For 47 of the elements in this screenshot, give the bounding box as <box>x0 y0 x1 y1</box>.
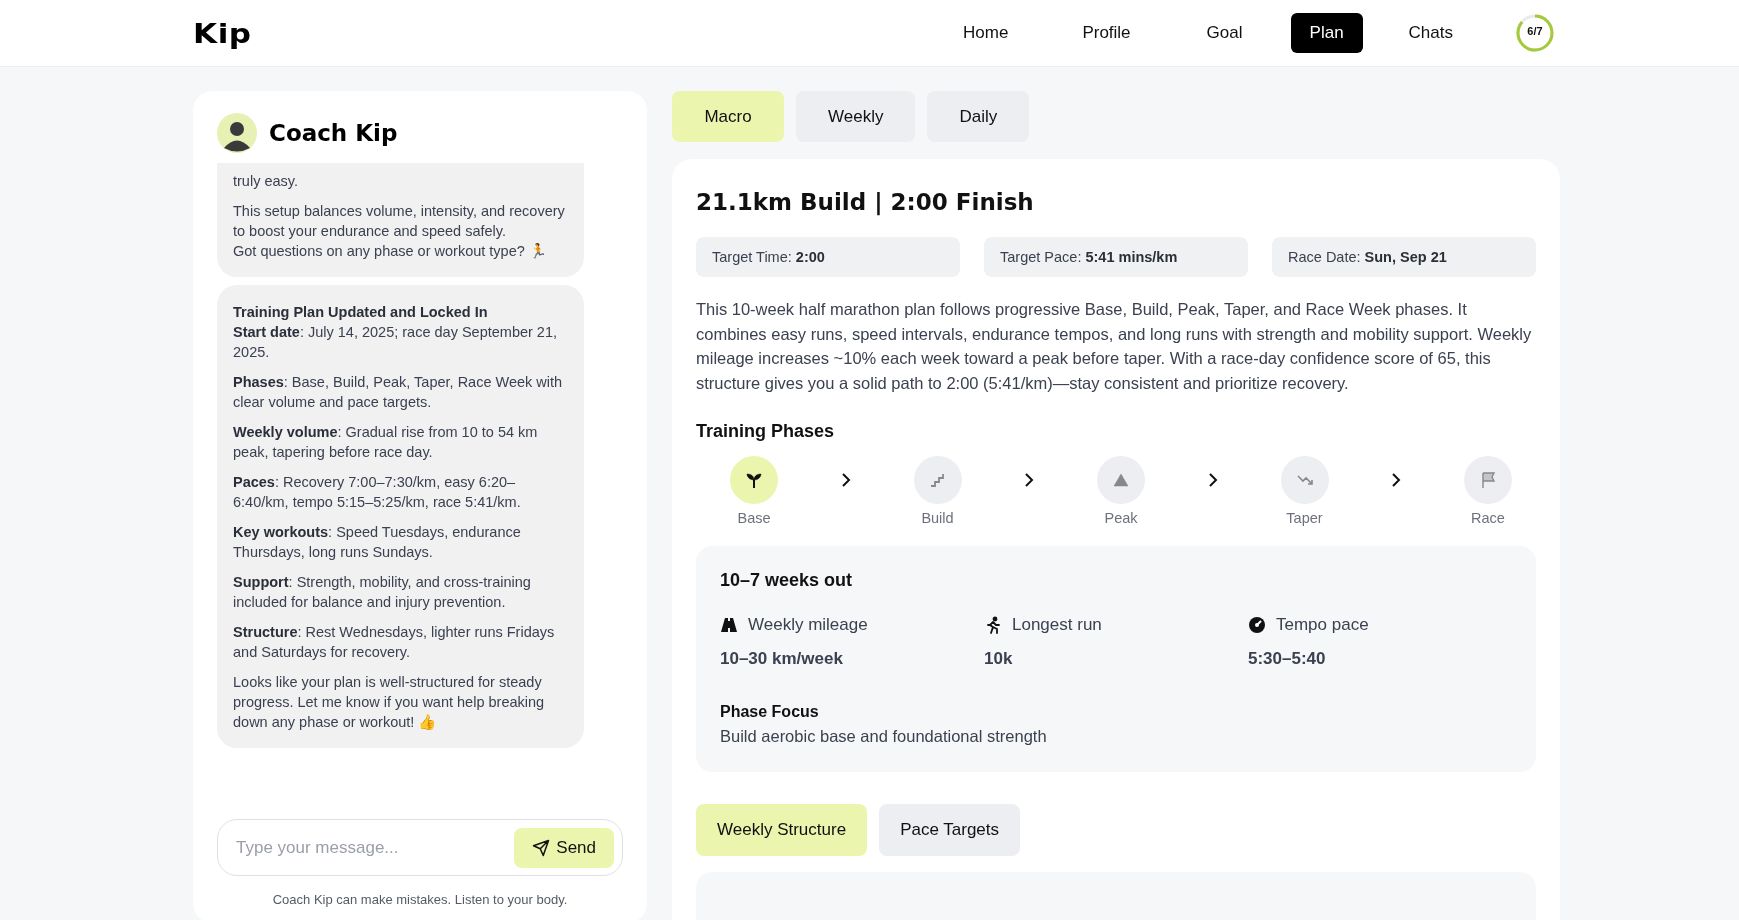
metric-label: Weekly mileage <box>748 615 868 635</box>
gauge-icon <box>1248 616 1266 634</box>
view-tab[interactable]: Daily <box>927 91 1030 142</box>
message-text: Looks like your plan is well-structured for steady progress. Let me know if you want help breaking down any phase or workout! 👍 <box>233 673 546 732</box>
nav-link[interactable]: Chats <box>1392 13 1469 53</box>
metric-label: Longest run <box>1012 615 1102 635</box>
metric-value: 10–30 km/week <box>720 649 844 669</box>
road-icon <box>720 616 738 634</box>
metric-label: Tempo pace <box>1276 615 1369 635</box>
progress-label: 6/7 <box>1526 25 1544 37</box>
message-text: Structure: Rest Wednesdays, lighter runs Fridays and Saturdays for recovery. <box>233 623 556 662</box>
stat-text: Race Date: Sun, Sep 21 <box>1288 249 1447 265</box>
phase-detail-title: 10–7 weeks out <box>720 570 854 591</box>
message-input[interactable]: Type your message... Send <box>217 819 623 876</box>
disclaimer-text: Coach Kip can make mistakes. Listen to your body. <box>271 892 569 907</box>
nav-link[interactable]: Profile <box>1066 13 1147 53</box>
message-text: Phases: Base, Build, Peak, Taper, Race Week with clear volume and pace targets. <box>233 373 564 412</box>
metric-value: 10k <box>984 649 1014 669</box>
message-text: Training Plan Updated and Locked In Start date: July 14, 2025; race day September 21, 2025. <box>233 303 559 362</box>
message-text: Key workouts: Speed Tuesdays, endurance Thursdays, long runs Sundays. <box>233 523 522 562</box>
send-icon <box>532 838 551 857</box>
plan-summary: This 10-week half marathon plan follows progressive Base, Build, Peak, Taper, and Race Week phases. It combines easy runs, speed intervals, endurance tempos, and long runs with strength and mobility support. Weekly mileage increases ~10% each week toward a peak before taper. With a race-day confidence score of 65, this structure gives you a solid path to 2:00 (5:41/km)—stay consistent and prioritize recovery. <box>696 299 1533 394</box>
logo[interactable]: Kip <box>193 17 252 49</box>
metric-value: 5:30–5:40 <box>1248 649 1327 669</box>
message-text: Support: Strength, mobility, and cross-training included for balance and injury prevention. <box>233 573 532 612</box>
section-title: Training Phases <box>696 421 836 442</box>
message-text: This setup balances volume, intensity, and recovery to boost your endurance and speed safely. Got questions on any phase or workout type? 🏃 <box>233 202 566 261</box>
nav-link[interactable]: Home <box>947 13 1025 53</box>
message-text: truly easy. <box>233 172 299 191</box>
runner-icon <box>984 616 1002 634</box>
nav-link[interactable]: Goal <box>1188 13 1261 53</box>
plan-title: 21.1km Build | 2:00 Finish <box>696 189 1035 215</box>
section-tab[interactable]: Weekly Structure <box>696 804 868 856</box>
focus-text: Build aerobic base and foundational strength <box>720 727 1048 746</box>
chat-title: Coach Kip <box>269 120 398 146</box>
view-tab[interactable]: Weekly <box>796 91 916 142</box>
sprout-icon <box>744 470 764 490</box>
avatar-icon <box>217 113 257 153</box>
nav-link[interactable]: Plan <box>1290 13 1363 53</box>
send-button[interactable]: Send <box>514 827 614 868</box>
section-tab[interactable]: Pace Targets <box>879 804 1021 856</box>
focus-title: Phase Focus <box>720 703 820 721</box>
stat-text: Target Pace: 5:41 mins/km <box>1000 249 1178 265</box>
message-text: Weekly volume: Gradual rise from 10 to 54 km peak, tapering before race day. <box>233 423 539 462</box>
stat-text: Target Time: 2:00 <box>712 249 825 265</box>
message-text: Paces: Recovery 7:00–7:30/km, easy 6:20–6:40/km, tempo 5:15–5:25/km, race 5:41/km. <box>233 473 522 512</box>
view-tab[interactable]: Macro <box>672 91 784 142</box>
